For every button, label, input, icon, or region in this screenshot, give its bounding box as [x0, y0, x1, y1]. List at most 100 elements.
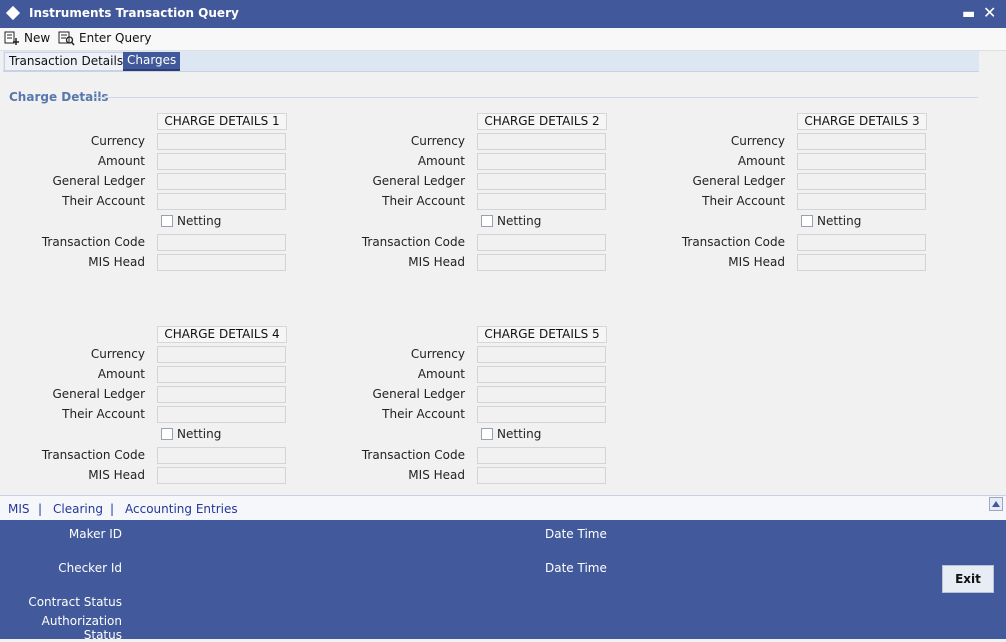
general-ledger-field-3[interactable] — [797, 173, 926, 190]
link-separator: | — [38, 502, 43, 516]
their-account-field-4[interactable] — [157, 406, 286, 423]
general-ledger-label-2: General Ledger — [372, 174, 465, 188]
bottom-links-bar: MIS | Clearing | Accounting Entries — [0, 495, 1006, 521]
new-button[interactable]: New — [4, 28, 50, 48]
link-separator: | — [110, 502, 115, 516]
mis-head-field-5[interactable] — [477, 467, 606, 484]
currency-label-4: Currency — [90, 347, 145, 361]
currency-field-1[interactable] — [157, 133, 286, 150]
maker-id-label: Maker ID — [68, 527, 122, 541]
amount-field-3[interactable] — [797, 153, 926, 170]
mis-link[interactable]: MIS — [8, 502, 30, 516]
tab-divider — [3, 71, 979, 72]
general-ledger-field-5[interactable] — [477, 386, 606, 403]
currency-field-3[interactable] — [797, 133, 926, 150]
minimize-icon[interactable]: ▬ — [962, 7, 975, 21]
mis-head-field-1[interactable] — [157, 254, 286, 271]
tab-transaction-details[interactable]: Transaction Details — [4, 52, 129, 71]
currency-label-1: Currency — [90, 134, 145, 148]
exit-button[interactable]: Exit — [942, 565, 994, 593]
netting-checkbox-2[interactable] — [481, 215, 493, 227]
their-account-field-1[interactable] — [157, 193, 286, 210]
netting-checkbox-4[interactable] — [161, 428, 173, 440]
netting-checkbox-3[interactable] — [801, 215, 813, 227]
general-ledger-label-3: General Ledger — [692, 174, 785, 188]
audit-footer: Maker ID Checker Id Contract Status Auth… — [0, 520, 1006, 642]
new-icon — [4, 31, 19, 45]
accounting-entries-link[interactable]: Accounting Entries — [125, 502, 238, 516]
mis-head-label-2: MIS Head — [408, 255, 465, 269]
charge-details-header-4: CHARGE DETAILS 4 — [157, 326, 287, 343]
general-ledger-label-1: General Ledger — [52, 174, 145, 188]
mis-head-label-1: MIS Head — [88, 255, 145, 269]
amount-label-2: Amount — [417, 154, 465, 168]
charge-details-header-3: CHARGE DETAILS 3 — [797, 113, 927, 130]
their-account-field-5[interactable] — [477, 406, 606, 423]
currency-field-4[interactable] — [157, 346, 286, 363]
their-account-label-2: Their Account — [382, 194, 465, 208]
general-ledger-label-5: General Ledger — [372, 387, 465, 401]
netting-checkbox-1[interactable] — [161, 215, 173, 227]
netting-label-4: Netting — [177, 427, 222, 441]
toolbar: New Enter Query — [0, 28, 1006, 51]
close-icon[interactable]: ✕ — [983, 5, 996, 21]
currency-label-3: Currency — [730, 134, 785, 148]
checker-id-label: Checker Id — [58, 561, 122, 575]
enter-query-button[interactable]: Enter Query — [58, 28, 152, 48]
mis-head-field-3[interactable] — [797, 254, 926, 271]
netting-label-1: Netting — [177, 214, 222, 228]
transaction-code-label-5: Transaction Code — [361, 448, 465, 462]
amount-label-4: Amount — [97, 367, 145, 381]
mis-head-field-2[interactable] — [477, 254, 606, 271]
general-ledger-label-4: General Ledger — [52, 387, 145, 401]
currency-field-5[interactable] — [477, 346, 606, 363]
transaction-code-field-4[interactable] — [157, 447, 286, 464]
netting-label-5: Netting — [497, 427, 542, 441]
authorization-status-label: Authorization Status — [41, 614, 122, 642]
amount-label-5: Amount — [417, 367, 465, 381]
mis-head-label-4: MIS Head — [88, 468, 145, 482]
amount-field-5[interactable] — [477, 366, 606, 383]
netting-label-2: Netting — [497, 214, 542, 228]
their-account-label-1: Their Account — [62, 194, 145, 208]
enter-query-button-label: Enter Query — [79, 31, 152, 45]
section-divider — [94, 97, 978, 98]
their-account-label-5: Their Account — [382, 407, 465, 421]
window-title: Instruments Transaction Query — [29, 6, 239, 20]
tab-charges[interactable]: Charges — [123, 52, 181, 71]
transaction-code-field-2[interactable] — [477, 234, 606, 251]
app-diamond-icon — [5, 5, 21, 21]
checker-date-time-label: Date Time — [545, 561, 607, 575]
scroll-up-icon[interactable] — [989, 497, 1003, 511]
amount-field-4[interactable] — [157, 366, 286, 383]
their-account-label-4: Their Account — [62, 407, 145, 421]
mis-head-label-3: MIS Head — [728, 255, 785, 269]
currency-label-5: Currency — [410, 347, 465, 361]
netting-checkbox-5[interactable] — [481, 428, 493, 440]
charge-details-header-5: CHARGE DETAILS 5 — [477, 326, 607, 343]
transaction-code-field-1[interactable] — [157, 234, 286, 251]
transaction-code-field-5[interactable] — [477, 447, 606, 464]
maker-date-time-label: Date Time — [545, 527, 607, 541]
currency-field-2[interactable] — [477, 133, 606, 150]
amount-label-3: Amount — [737, 154, 785, 168]
transaction-code-label-3: Transaction Code — [681, 235, 785, 249]
transaction-code-label-2: Transaction Code — [361, 235, 465, 249]
netting-label-3: Netting — [817, 214, 862, 228]
mis-head-label-5: MIS Head — [408, 468, 465, 482]
charge-details-header-1: CHARGE DETAILS 1 — [157, 113, 287, 130]
general-ledger-field-1[interactable] — [157, 173, 286, 190]
general-ledger-field-4[interactable] — [157, 386, 286, 403]
general-ledger-field-2[interactable] — [477, 173, 606, 190]
tab-strip: Transaction Details Charges — [3, 51, 979, 71]
mis-head-field-4[interactable] — [157, 467, 286, 484]
amount-field-2[interactable] — [477, 153, 606, 170]
clearing-link[interactable]: Clearing — [53, 502, 103, 516]
amount-field-1[interactable] — [157, 153, 286, 170]
their-account-field-2[interactable] — [477, 193, 606, 210]
their-account-field-3[interactable] — [797, 193, 926, 210]
amount-label-1: Amount — [97, 154, 145, 168]
new-button-label: New — [24, 31, 51, 45]
transaction-code-field-3[interactable] — [797, 234, 926, 251]
window-titlebar: Instruments Transaction Query ▬ ✕ — [0, 0, 1006, 28]
